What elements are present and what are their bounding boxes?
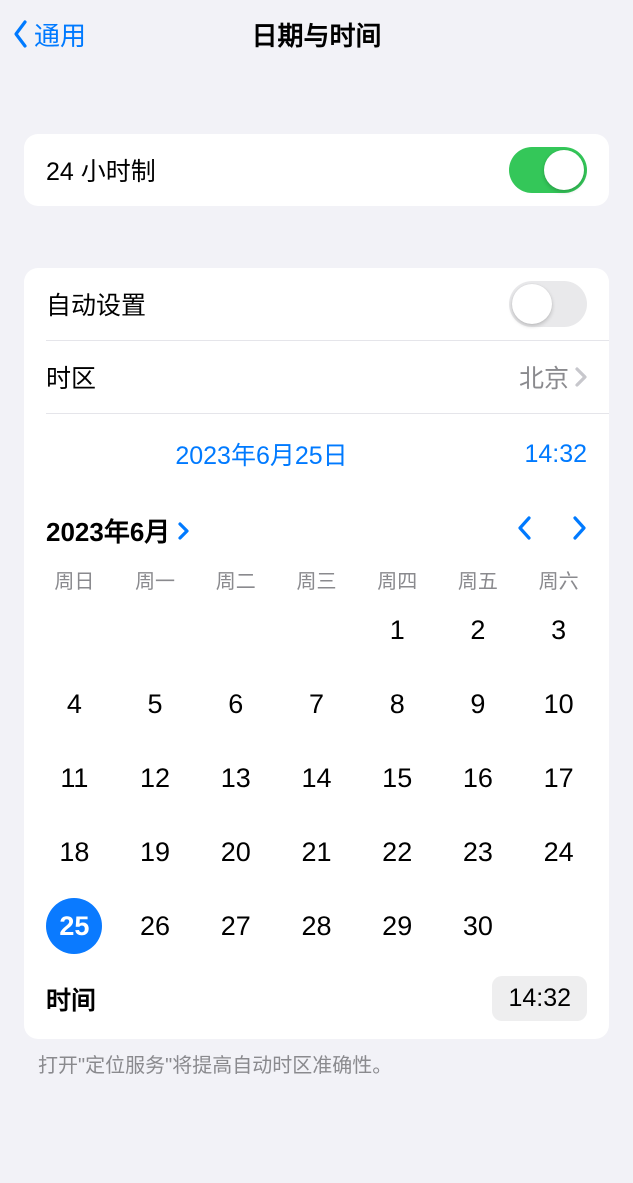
summary-date[interactable]: 2023年6月25日 <box>46 436 477 472</box>
page-title: 日期与时间 <box>0 16 633 53</box>
day-cell[interactable]: 19 <box>127 824 183 880</box>
day-cell[interactable]: 15 <box>369 750 425 806</box>
row-auto: 自动设置 <box>24 268 609 340</box>
day-cell[interactable]: 23 <box>450 824 506 880</box>
row-auto-label: 自动设置 <box>46 286 509 322</box>
day-cell[interactable]: 21 <box>288 824 344 880</box>
day-cell[interactable]: 25 <box>46 898 102 954</box>
row-timezone-label: 时区 <box>46 359 519 395</box>
day-cell[interactable]: 16 <box>450 750 506 806</box>
month-picker[interactable]: 2023年6月 <box>46 512 190 549</box>
row-timezone-value: 北京 <box>519 359 569 395</box>
day-cell[interactable]: 26 <box>127 898 183 954</box>
switch-auto[interactable] <box>509 281 587 327</box>
day-cell[interactable]: 12 <box>127 750 183 806</box>
day-cell[interactable]: 11 <box>46 750 102 806</box>
day-cell[interactable]: 20 <box>208 824 264 880</box>
next-month-button[interactable] <box>571 515 587 546</box>
datetime-summary: 2023年6月25日 14:32 <box>24 414 609 494</box>
day-cell[interactable]: 8 <box>369 676 425 732</box>
day-cell[interactable]: 10 <box>531 676 587 732</box>
month-label: 2023年6月 <box>46 512 170 549</box>
row-24h: 24 小时制 <box>24 134 609 206</box>
time-picker[interactable]: 14:32 <box>492 976 587 1021</box>
weekday-label: 周四 <box>357 565 438 594</box>
row-timezone[interactable]: 时区 北京 <box>24 341 609 413</box>
switch-knob <box>512 284 552 324</box>
day-cell[interactable]: 1 <box>369 602 425 658</box>
chevron-left-icon <box>517 515 533 541</box>
chevron-right-icon <box>571 515 587 541</box>
day-cell[interactable]: 3 <box>531 602 587 658</box>
chevron-right-icon <box>575 367 587 387</box>
row-24h-label: 24 小时制 <box>46 152 509 188</box>
chevron-right-icon <box>178 521 190 541</box>
weekday-label: 周一 <box>115 565 196 594</box>
day-cell[interactable]: 5 <box>127 676 183 732</box>
weekday-header: 周日周一周二周三周四周五周六 <box>24 553 609 594</box>
day-cell[interactable]: 22 <box>369 824 425 880</box>
weekday-label: 周六 <box>518 565 599 594</box>
day-cell[interactable]: 9 <box>450 676 506 732</box>
day-cell[interactable]: 24 <box>531 824 587 880</box>
day-cell[interactable]: 2 <box>450 602 506 658</box>
day-cell[interactable]: 6 <box>208 676 264 732</box>
group-datetime: 自动设置 时区 北京 2023年6月25日 14:32 2023年6月 周日周一… <box>24 268 609 1039</box>
day-cell[interactable]: 27 <box>208 898 264 954</box>
day-cell[interactable]: 4 <box>46 676 102 732</box>
weekday-label: 周五 <box>438 565 519 594</box>
group-24h: 24 小时制 <box>24 134 609 206</box>
day-cell[interactable]: 14 <box>288 750 344 806</box>
summary-time[interactable]: 14:32 <box>477 440 587 469</box>
switch-knob <box>544 150 584 190</box>
back-label: 通用 <box>34 16 86 53</box>
day-cell-empty <box>276 600 357 660</box>
prev-month-button[interactable] <box>517 515 533 546</box>
weekday-label: 周日 <box>34 565 115 594</box>
time-row-label: 时间 <box>46 981 492 1017</box>
day-grid: 1234567891011121314151617181920212223242… <box>24 594 609 966</box>
weekday-label: 周三 <box>276 565 357 594</box>
chevron-left-icon <box>12 19 30 49</box>
day-cell[interactable]: 30 <box>450 898 506 954</box>
weekday-label: 周二 <box>195 565 276 594</box>
day-cell[interactable]: 28 <box>288 898 344 954</box>
day-cell-empty <box>115 600 196 660</box>
day-cell[interactable]: 17 <box>531 750 587 806</box>
day-cell[interactable]: 7 <box>288 676 344 732</box>
day-cell-empty <box>34 600 115 660</box>
back-button[interactable]: 通用 <box>12 16 86 53</box>
day-cell[interactable]: 18 <box>46 824 102 880</box>
day-cell[interactable]: 29 <box>369 898 425 954</box>
day-cell[interactable]: 13 <box>208 750 264 806</box>
footer-note: 打开"定位服务"将提高自动时区准确性。 <box>0 1039 633 1078</box>
day-cell-empty <box>195 600 276 660</box>
switch-24h[interactable] <box>509 147 587 193</box>
